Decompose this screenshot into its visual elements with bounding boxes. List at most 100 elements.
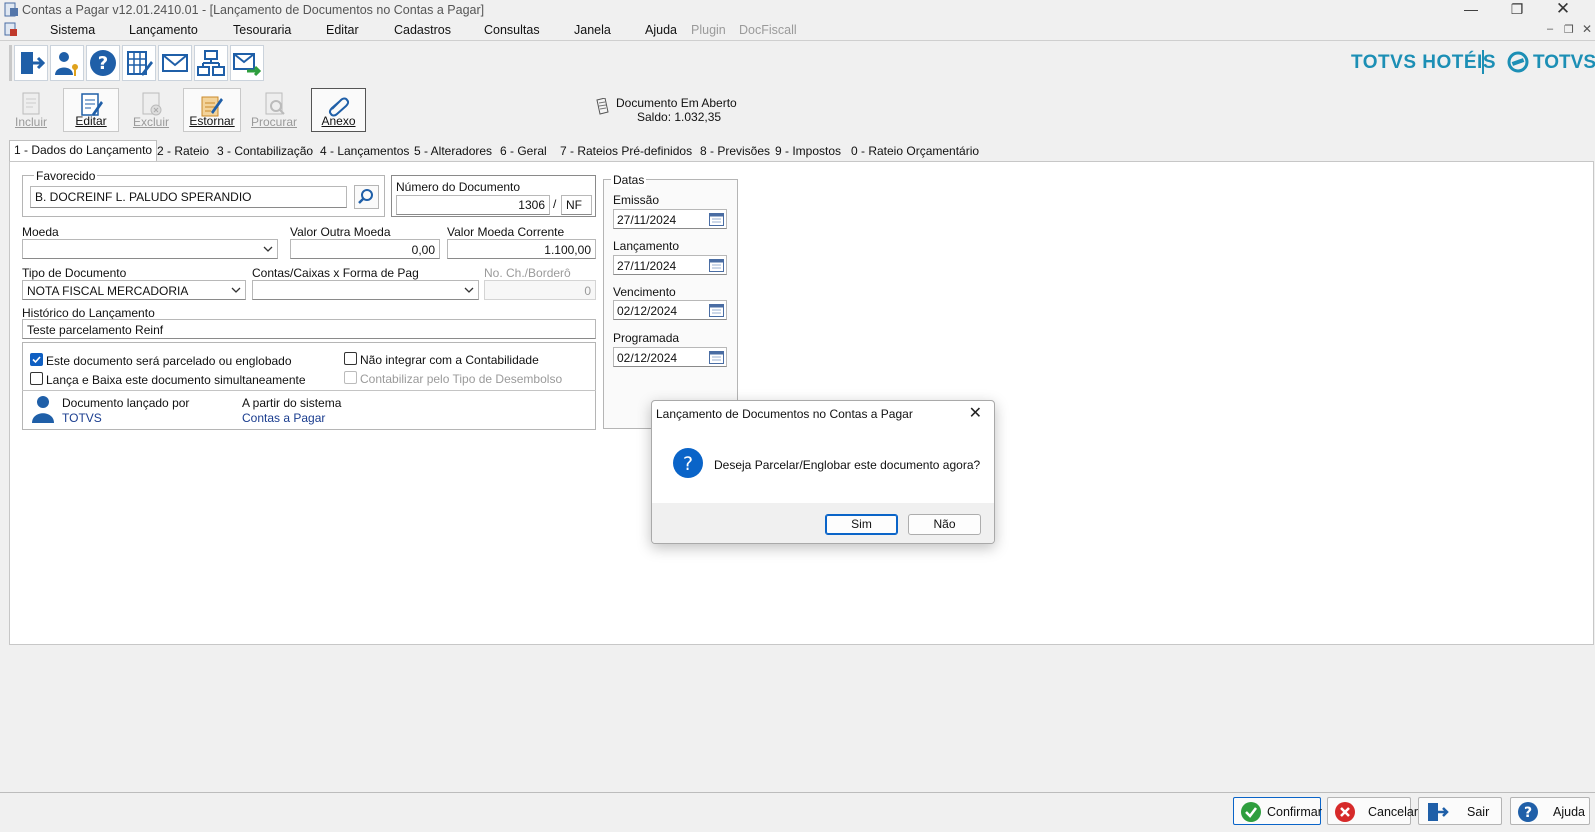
lancado-por-value: TOTVS <box>62 411 102 425</box>
chk-lanca-baixa[interactable] <box>30 372 43 385</box>
org-chart-button[interactable] <box>194 45 228 81</box>
anexo-button[interactable]: Anexo <box>311 88 366 132</box>
favorecido-search-button[interactable] <box>354 185 379 209</box>
mdi-restore-icon[interactable]: ❐ <box>1564 23 1574 36</box>
no-cheque-bordero-label: No. Ch./Borderô <box>484 266 571 280</box>
menu-janela[interactable]: Janela <box>574 23 611 37</box>
dialog-close-icon[interactable]: ✕ <box>969 403 982 423</box>
valor-outra-moeda-label: Valor Outra Moeda <box>290 225 391 239</box>
procurar-button[interactable]: Procurar <box>246 88 302 132</box>
moeda-select[interactable] <box>22 239 278 259</box>
help-button[interactable]: ? <box>86 45 120 81</box>
minimize-icon[interactable]: — <box>1448 0 1494 20</box>
emissao-value: 27/11/2024 <box>617 213 677 227</box>
numero-documento-input[interactable]: 1306 <box>396 195 550 215</box>
door-exit-icon <box>1428 803 1449 821</box>
tab-impostos[interactable]: 9 - Impostos <box>771 142 845 161</box>
tipo-documento-select[interactable]: NOTA FISCAL MERCADORIA <box>22 280 246 300</box>
tab-lancamentos[interactable]: 4 - Lançamentos <box>316 142 413 161</box>
chk-contabilizar-label: Contabilizar pelo Tipo de Desembolso <box>360 372 563 386</box>
tab-alteradores[interactable]: 5 - Alteradores <box>410 142 496 161</box>
spreadsheet-edit-icon <box>127 51 153 76</box>
tab-geral[interactable]: 6 - Geral <box>496 142 551 161</box>
serie-input[interactable]: NF <box>561 195 592 215</box>
emissao-label: Emissão <box>613 193 660 207</box>
spreadsheet-edit-button[interactable] <box>122 45 156 81</box>
menu-tesouraria[interactable]: Tesouraria <box>233 23 291 37</box>
programada-label: Programada <box>613 331 680 345</box>
chevron-down-icon <box>263 246 273 252</box>
menu-cadastros[interactable]: Cadastros <box>394 23 451 37</box>
valor-moeda-corrente-label: Valor Moeda Corrente <box>447 225 565 239</box>
ajuda-button[interactable]: ? Ajuda <box>1510 797 1590 825</box>
sair-label: Sair <box>1467 805 1490 819</box>
calendar-icon[interactable] <box>709 212 724 226</box>
menu-lancamento[interactable]: Lançamento <box>129 23 198 37</box>
menu-consultas[interactable]: Consultas <box>484 23 540 37</box>
calendar-icon[interactable] <box>709 350 724 364</box>
historico-input[interactable]: Teste parcelamento Reinf <box>22 319 596 339</box>
estornar-label: Estornar <box>189 114 235 128</box>
incluir-button[interactable]: Incluir <box>4 88 58 132</box>
menu-plugin: Plugin <box>691 23 726 37</box>
favorecido-label: Favorecido <box>34 169 98 183</box>
sim-button[interactable]: Sim <box>825 514 898 535</box>
dialog-message: Deseja Parcelar/Englobar este documento … <box>714 458 981 472</box>
status-line-1: Documento Em Aberto <box>616 96 737 110</box>
menu-ajuda[interactable]: Ajuda <box>645 23 677 37</box>
child-window-icon[interactable] <box>4 22 18 37</box>
chk-contabilizar <box>344 371 357 384</box>
magnifier-icon <box>358 189 373 204</box>
door-exit-icon <box>21 52 45 74</box>
contas-caixas-select[interactable] <box>252 280 479 300</box>
send-mail-button[interactable] <box>230 45 264 81</box>
tipo-documento-value: NOTA FISCAL MERCADORIA <box>27 284 189 298</box>
app-icon <box>4 2 18 17</box>
user-key-icon <box>55 52 78 76</box>
nao-button[interactable]: Não <box>908 514 981 535</box>
tab-contabilizacao[interactable]: 3 - Contabilização <box>213 142 317 161</box>
tab-rateio[interactable]: 2 - Rateio <box>153 142 213 161</box>
chevron-down-icon <box>231 287 241 293</box>
tab-dados-lancamento[interactable]: 1 - Dados do Lançamento <box>9 140 158 161</box>
cancelar-button[interactable]: Cancelar <box>1327 797 1418 825</box>
confirmar-button[interactable]: Confirmar <box>1233 797 1322 825</box>
calendar-icon[interactable] <box>709 303 724 317</box>
exit-door-button[interactable] <box>14 45 48 81</box>
estornar-button[interactable]: Estornar <box>183 88 241 132</box>
tab-previsoes[interactable]: 8 - Previsões <box>696 142 774 161</box>
vencimento-value: 02/12/2024 <box>617 304 678 318</box>
valor-outra-moeda-input[interactable]: 0,00 <box>290 239 440 259</box>
user-key-button[interactable] <box>50 45 84 81</box>
calendar-icon[interactable] <box>709 258 724 272</box>
moeda-label: Moeda <box>22 225 59 239</box>
checkmark-icon <box>32 356 41 364</box>
favorecido-input[interactable]: B. DOCREINF L. PALUDO SPERANDIO <box>30 186 347 208</box>
mdi-minimize-icon[interactable]: – <box>1547 23 1553 35</box>
lancado-por-label: Documento lançado por <box>62 396 190 410</box>
historico-label: Histórico do Lançamento <box>22 306 155 320</box>
chk-parcelado[interactable] <box>30 353 43 366</box>
contas-caixas-label: Contas/Caixas x Forma de Pag <box>252 266 419 280</box>
mail-button[interactable] <box>158 45 192 81</box>
menu-sistema[interactable]: Sistema <box>50 23 95 37</box>
valor-moeda-corrente-input[interactable]: 1.100,00 <box>447 239 596 259</box>
excluir-button[interactable]: Excluir <box>124 88 178 132</box>
chk-nao-integrar-label: Não integrar com a Contabilidade <box>360 353 539 367</box>
delete-document-icon <box>142 92 162 116</box>
sair-button[interactable]: Sair <box>1418 797 1502 825</box>
close-window-icon[interactable]: ✕ <box>1540 0 1586 20</box>
sistema-label: A partir do sistema <box>242 396 342 410</box>
menu-editar[interactable]: Editar <box>326 23 359 37</box>
tab-rateio-orcamentario[interactable]: 0 - Rateio Orçamentário <box>847 142 983 161</box>
help-circle-icon: ? <box>1518 802 1538 822</box>
restore-icon[interactable]: ❐ <box>1494 0 1540 20</box>
chk-nao-integrar[interactable] <box>344 352 357 365</box>
cancel-circle-icon <box>1335 802 1355 822</box>
tab-rateios-predefinidos[interactable]: 7 - Rateios Pré-definidos <box>556 142 696 161</box>
cancelar-label: Cancelar <box>1368 805 1419 819</box>
user-avatar-icon <box>32 396 54 423</box>
mdi-close-icon[interactable]: ✕ <box>1582 22 1592 36</box>
question-icon: ? <box>673 448 703 478</box>
editar-button[interactable]: Editar <box>63 88 119 132</box>
